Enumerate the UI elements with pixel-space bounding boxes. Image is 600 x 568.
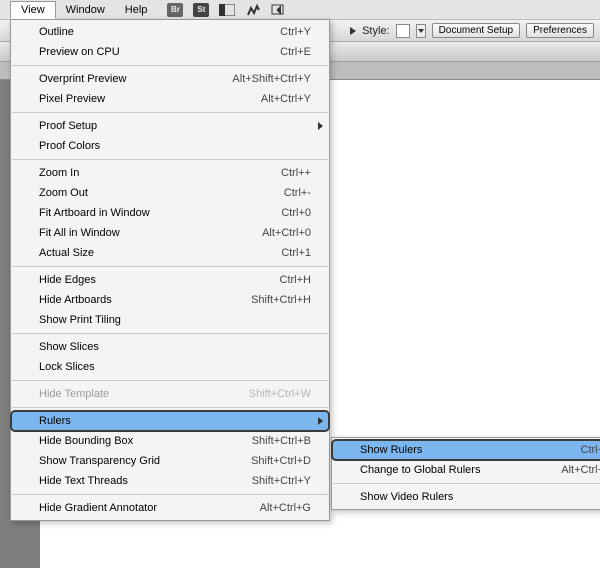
menu-fit-artboard[interactable]: Fit Artboard in WindowCtrl+0 (11, 203, 329, 223)
submenu-change-global-rulers[interactable]: Change to Global RulersAlt+Ctrl+R (332, 460, 600, 480)
preferences-button[interactable]: Preferences (526, 23, 594, 38)
menu-view[interactable]: View (10, 1, 56, 19)
style-swatch[interactable] (396, 24, 410, 38)
menu-show-slices[interactable]: Show Slices (11, 337, 329, 357)
menu-hide-template: Hide TemplateShift+Ctrl+W (11, 384, 329, 404)
search-icon[interactable] (271, 3, 287, 17)
menu-actual-size[interactable]: Actual SizeCtrl+1 (11, 243, 329, 263)
stock-icon[interactable]: St (193, 3, 209, 17)
menu-hide-gradient-annotator[interactable]: Hide Gradient AnnotatorAlt+Ctrl+G (11, 498, 329, 518)
menu-fit-all[interactable]: Fit All in WindowAlt+Ctrl+0 (11, 223, 329, 243)
bridge-icon[interactable]: Br (167, 3, 183, 17)
menu-outline[interactable]: OutlineCtrl+Y (11, 22, 329, 42)
menu-help[interactable]: Help (115, 2, 158, 18)
menu-rulers[interactable]: Rulers (11, 411, 329, 431)
menubar: View Window Help Br St (0, 0, 600, 20)
menu-hide-text-threads[interactable]: Hide Text ThreadsShift+Ctrl+Y (11, 471, 329, 491)
menu-proof-setup[interactable]: Proof Setup (11, 116, 329, 136)
menu-hide-bounding-box[interactable]: Hide Bounding BoxShift+Ctrl+B (11, 431, 329, 451)
style-label: Style: (362, 25, 390, 37)
document-setup-button[interactable]: Document Setup (432, 23, 521, 38)
menu-show-transparency-grid[interactable]: Show Transparency GridShift+Ctrl+D (11, 451, 329, 471)
gpu-icon[interactable] (245, 3, 261, 17)
toolbar-icons: Br St (167, 3, 287, 17)
menu-pixel-preview[interactable]: Pixel PreviewAlt+Ctrl+Y (11, 89, 329, 109)
view-menu: OutlineCtrl+Y Preview on CPUCtrl+E Overp… (10, 19, 330, 521)
chevron-right-icon (318, 122, 323, 130)
submenu-show-video-rulers[interactable]: Show Video Rulers (332, 487, 600, 507)
menu-zoom-in[interactable]: Zoom InCtrl++ (11, 163, 329, 183)
arrange-icon[interactable] (219, 3, 235, 17)
style-dropdown[interactable] (416, 24, 426, 38)
chevron-right-icon (318, 417, 323, 425)
rulers-submenu: Show RulersCtrl+R Change to Global Ruler… (331, 437, 600, 510)
menu-overprint-preview[interactable]: Overprint PreviewAlt+Shift+Ctrl+Y (11, 69, 329, 89)
menu-show-print-tiling[interactable]: Show Print Tiling (11, 310, 329, 330)
submenu-show-rulers[interactable]: Show RulersCtrl+R (332, 440, 600, 460)
menu-zoom-out[interactable]: Zoom OutCtrl+- (11, 183, 329, 203)
menu-hide-edges[interactable]: Hide EdgesCtrl+H (11, 270, 329, 290)
menu-hide-artboards[interactable]: Hide ArtboardsShift+Ctrl+H (11, 290, 329, 310)
menu-preview-cpu[interactable]: Preview on CPUCtrl+E (11, 42, 329, 62)
play-icon[interactable] (350, 27, 356, 35)
menu-window[interactable]: Window (56, 2, 115, 18)
menu-proof-colors[interactable]: Proof Colors (11, 136, 329, 156)
menu-lock-slices[interactable]: Lock Slices (11, 357, 329, 377)
